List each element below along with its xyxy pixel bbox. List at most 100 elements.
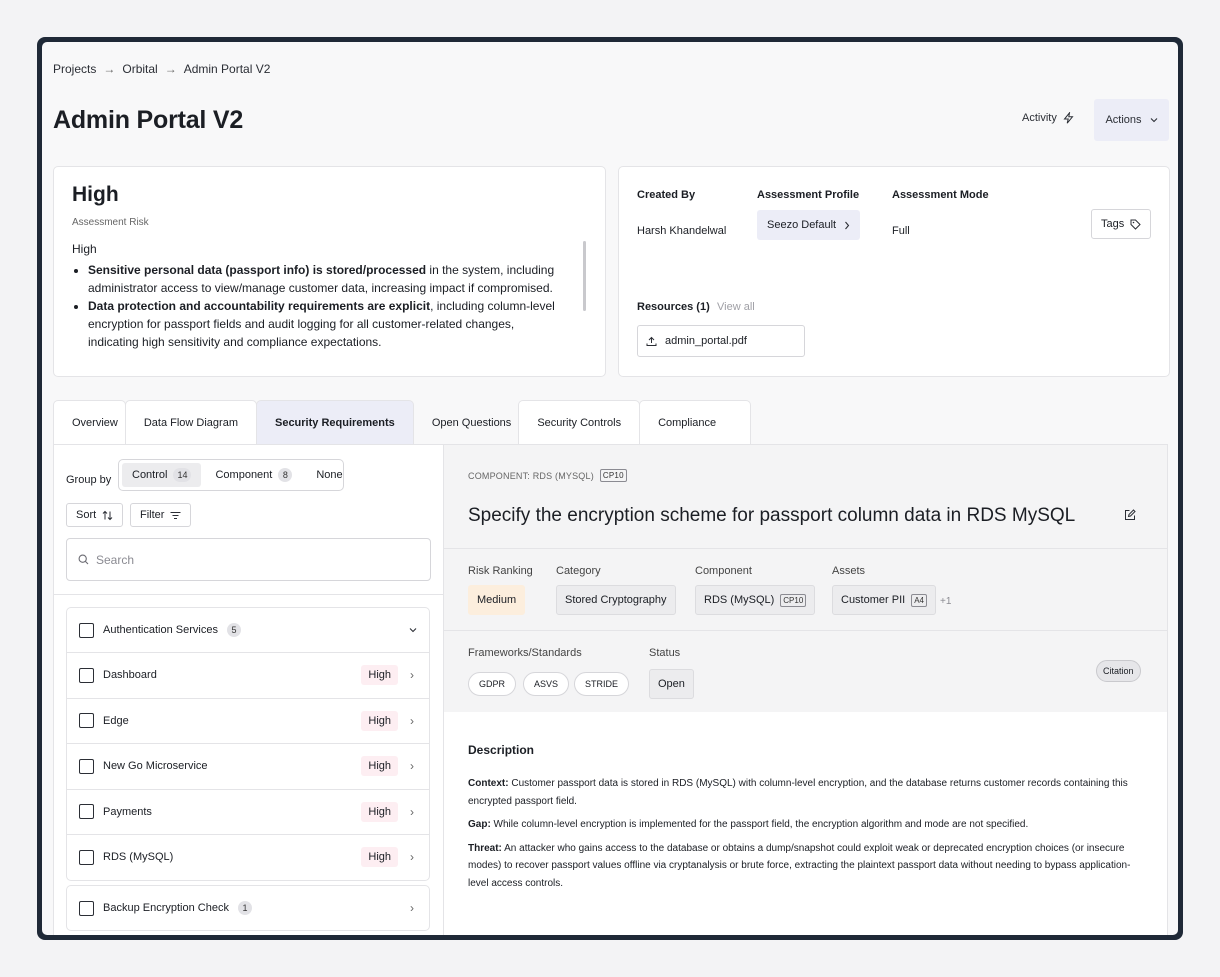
chevron-right-icon[interactable]: ›: [407, 901, 417, 915]
status-chip[interactable]: Open: [649, 669, 694, 699]
list-item[interactable]: Dashboard High ›: [67, 652, 429, 698]
component-label-text: COMPONENT: RDS (MYSQL): [468, 470, 594, 481]
list-item[interactable]: New Go Microservice High ›: [67, 743, 429, 789]
risk-ranking-chip: Medium: [468, 585, 526, 615]
risk-badge: High: [361, 847, 398, 868]
risk-badge: High: [361, 756, 398, 777]
edit-icon[interactable]: [1124, 509, 1136, 521]
category-label: Category: [556, 565, 601, 577]
description-title: Description: [468, 743, 535, 757]
assets-more[interactable]: +1: [940, 596, 951, 607]
group-checkbox[interactable]: [79, 622, 94, 638]
row-checkbox[interactable]: [79, 667, 94, 683]
tab-compliance[interactable]: Compliance: [639, 400, 752, 444]
profile-value: Seezo Default: [767, 219, 837, 231]
group-by-none[interactable]: None: [306, 463, 352, 487]
search-input[interactable]: [96, 552, 396, 567]
resources-label: Resources (1): [637, 301, 710, 313]
count-badge: 8: [278, 468, 293, 482]
chevron-right-icon: ›: [410, 759, 414, 774]
row-checkbox[interactable]: [79, 713, 94, 729]
profile-label: Assessment Profile: [757, 189, 860, 201]
threat-text: An attacker who gains access to the data…: [468, 842, 1131, 889]
control-group-header[interactable]: Backup Encryption Check 1 ›: [67, 886, 429, 930]
search-icon: [78, 554, 89, 565]
risk-bullet: Data protection and accountability requi…: [88, 297, 566, 351]
assets-label: Assets: [832, 565, 866, 577]
group-name: Backup Encryption Check: [103, 902, 229, 914]
resource-file[interactable]: admin_portal.pdf: [637, 325, 805, 357]
view-all-link[interactable]: View all: [717, 301, 755, 313]
row-name: New Go Microservice: [103, 760, 208, 773]
row-name: Payments: [103, 805, 152, 818]
risk-bullet-bold: Sensitive personal data (passport info) …: [88, 263, 427, 277]
breadcrumb-current: Admin Portal V2: [183, 62, 271, 76]
row-checkbox[interactable]: [79, 758, 94, 774]
description: Description Context: Customer passport d…: [468, 743, 1148, 892]
divider: [54, 594, 443, 595]
actions-dropdown[interactable]: Actions: [1094, 99, 1169, 141]
detail-fields: Risk Ranking Medium Category Stored Cryp…: [444, 549, 1167, 631]
tags-button[interactable]: Tags: [1091, 209, 1152, 239]
count-badge: 5: [226, 623, 241, 637]
profile-chip[interactable]: Seezo Default: [757, 210, 861, 240]
citation-button[interactable]: Citation: [1096, 660, 1141, 682]
component-field-label: Component: [695, 565, 752, 577]
chevron-right-icon: ›: [410, 850, 414, 865]
risk-level: High: [72, 183, 119, 206]
list-item[interactable]: RDS (MySQL) High ›: [67, 834, 429, 880]
breadcrumb: Projects → Orbital → Admin Portal V2: [53, 62, 270, 76]
control-group: Backup Encryption Check 1 ›: [66, 885, 430, 931]
risk-badge: High: [361, 665, 398, 686]
risk-card: High Assessment Risk High Sensitive pers…: [53, 166, 606, 377]
group-by-control[interactable]: Control 14: [122, 463, 202, 487]
row-name: Edge: [103, 714, 129, 727]
component-value: RDS (MySQL): [704, 594, 775, 606]
tab-security-requirements[interactable]: Security Requirements: [255, 400, 414, 444]
breadcrumb-orbital[interactable]: Orbital: [122, 62, 157, 76]
search-field[interactable]: [66, 538, 431, 581]
context-label: Context:: [468, 778, 509, 789]
asset-chip[interactable]: Customer PII A4: [832, 585, 936, 615]
risk-bullet-bold: Data protection and accountability requi…: [88, 299, 431, 313]
window-frame: Projects → Orbital → Admin Portal V2 Adm…: [37, 37, 1183, 940]
group-checkbox[interactable]: [79, 900, 94, 916]
row-checkbox[interactable]: [79, 849, 94, 865]
group-by-label: Group by: [66, 474, 112, 486]
risk-scrollbar[interactable]: [583, 241, 586, 311]
risk-bullets: Sensitive personal data (passport info) …: [72, 261, 566, 351]
tab-security-controls[interactable]: Security Controls: [518, 400, 641, 444]
status-label: Status: [649, 647, 681, 659]
tab-data-flow-diagram[interactable]: Data Flow Diagram: [124, 400, 257, 444]
tab-overview[interactable]: Overview: [53, 400, 126, 444]
list-item[interactable]: Edge High ›: [67, 697, 429, 744]
tab-open-questions[interactable]: Open Questions: [413, 400, 520, 444]
group-by-component-label: Component: [215, 469, 273, 481]
component-code: CP10: [599, 469, 627, 482]
tag-icon: [1130, 219, 1141, 230]
sort-button[interactable]: Sort: [66, 503, 124, 527]
chevron-right-icon: [845, 221, 850, 229]
component-label: COMPONENT: RDS (MYSQL) CP10: [468, 469, 627, 482]
control-group-header[interactable]: Authentication Services 5: [67, 608, 429, 652]
threat-label: Threat:: [468, 842, 502, 854]
resource-file-name: admin_portal.pdf: [665, 335, 747, 347]
row-checkbox[interactable]: [79, 804, 94, 820]
gap-label: Gap:: [468, 819, 491, 830]
group-by-component[interactable]: Component 8: [205, 463, 302, 487]
breadcrumb-projects[interactable]: Projects: [53, 62, 96, 76]
risk-bullet: Sensitive personal data (passport info) …: [88, 261, 566, 297]
list-item[interactable]: Payments High ›: [67, 788, 429, 835]
risk-badge: High: [361, 710, 398, 731]
created-by-value: Harsh Khandelwal: [637, 225, 727, 237]
chevron-down-icon[interactable]: [409, 627, 417, 633]
filter-button[interactable]: Filter: [130, 503, 192, 527]
component-chip[interactable]: RDS (MySQL) CP10: [695, 585, 816, 615]
description-context: Context: Customer passport data is store…: [468, 775, 1148, 810]
row-name: RDS (MySQL): [103, 851, 174, 864]
activity-button[interactable]: Activity: [1022, 112, 1074, 124]
category-value: Stored Cryptography: [565, 594, 667, 606]
risk-ranking-value: Medium: [477, 594, 517, 606]
framework-pill: GDPR: [468, 672, 517, 696]
upload-icon: [646, 336, 657, 346]
